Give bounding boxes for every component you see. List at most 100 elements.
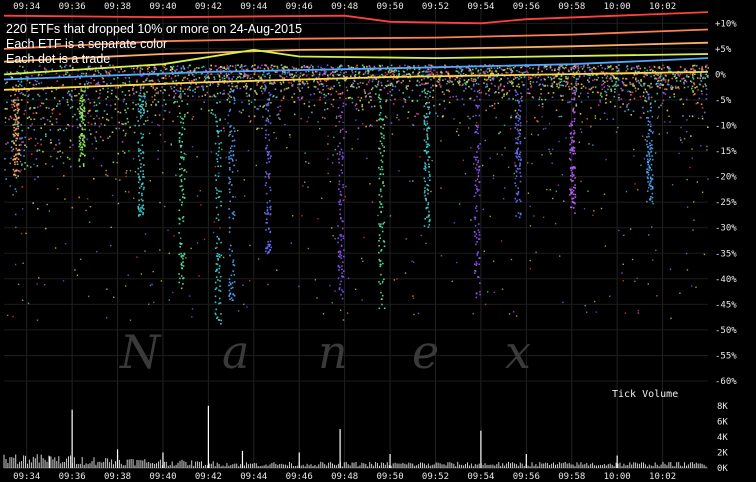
drop-dot xyxy=(216,317,218,320)
scatter-dot xyxy=(268,175,270,178)
trade-dot xyxy=(114,108,117,110)
scatter-dot xyxy=(683,138,686,140)
trade-dot xyxy=(416,100,419,102)
trade-dot xyxy=(250,101,253,103)
drop-dot xyxy=(651,200,654,203)
drop-dot xyxy=(220,200,222,203)
trade-dot xyxy=(270,82,273,84)
trade-dot xyxy=(46,119,49,121)
trade-dot xyxy=(626,68,629,70)
trade-dot xyxy=(625,77,627,80)
trade-dot xyxy=(179,95,181,97)
trade-dot xyxy=(84,101,86,103)
trade-dot xyxy=(632,82,635,85)
trade-dot xyxy=(655,78,658,80)
scatter-dot xyxy=(46,203,48,206)
trade-dot xyxy=(277,113,280,116)
scatter-dot xyxy=(381,144,384,147)
scatter-dot xyxy=(129,170,132,172)
trade-dot xyxy=(645,100,648,103)
drop-dot xyxy=(228,188,231,191)
trade-dot xyxy=(521,100,523,102)
drop-dot xyxy=(380,107,382,109)
trade-dot xyxy=(124,94,127,96)
scatter-dot xyxy=(692,229,694,231)
trade-dot xyxy=(605,102,607,104)
trade-dot xyxy=(128,94,131,96)
trade-dot xyxy=(673,93,675,95)
drop-dot xyxy=(266,104,268,107)
drop-dot xyxy=(340,148,343,151)
trade-dot xyxy=(235,78,238,80)
drop-dot xyxy=(228,156,230,158)
trade-dot xyxy=(427,108,430,110)
drop-dot xyxy=(180,256,183,258)
scatter-dot xyxy=(243,303,245,305)
trade-dot xyxy=(317,88,319,90)
drop-dot xyxy=(571,98,573,101)
x-tick-label-top: 09:52 xyxy=(422,2,449,12)
trade-dot xyxy=(455,130,458,133)
drop-dot xyxy=(17,158,20,160)
trade-dot xyxy=(402,80,404,82)
drop-dot xyxy=(428,144,431,147)
scatter-dot xyxy=(594,300,596,303)
trade-dot xyxy=(230,88,232,90)
trade-dot xyxy=(357,96,360,99)
trade-dot xyxy=(238,72,241,74)
scatter-dot xyxy=(110,226,112,228)
drop-dot xyxy=(79,106,82,108)
trade-dot xyxy=(694,69,696,72)
price-y-tick-label: -60% xyxy=(715,377,737,387)
trade-dot xyxy=(134,124,136,127)
trade-dot xyxy=(212,113,214,115)
trade-dot xyxy=(423,77,425,80)
trade-dot xyxy=(523,84,525,86)
trade-dot xyxy=(67,123,69,126)
trade-dot xyxy=(612,118,615,120)
trade-dot xyxy=(559,81,561,84)
trade-dot xyxy=(251,76,254,79)
trade-dot xyxy=(256,82,258,84)
trade-dot xyxy=(303,66,306,69)
trade-dot xyxy=(673,95,676,98)
trade-dot xyxy=(532,81,534,83)
drop-dot xyxy=(515,149,518,152)
trade-dot xyxy=(283,95,285,98)
trade-dot xyxy=(136,79,138,81)
trade-dot xyxy=(575,90,577,92)
drop-dot xyxy=(425,207,428,210)
trade-dot xyxy=(300,72,302,74)
trade-dot xyxy=(473,78,476,80)
drop-dot xyxy=(519,142,522,145)
drop-dot xyxy=(269,231,271,234)
trade-dot xyxy=(143,81,146,83)
scatter-dot xyxy=(117,202,120,205)
drop-dot xyxy=(231,171,234,173)
drop-dot xyxy=(182,158,185,161)
trade-dot xyxy=(663,66,665,69)
drop-dot xyxy=(232,154,235,156)
drop-dot xyxy=(18,108,20,111)
trade-dot xyxy=(63,175,65,177)
trade-dot xyxy=(161,86,163,88)
scatter-dot xyxy=(157,158,159,160)
scatter-dot xyxy=(507,166,510,168)
drop-dot xyxy=(379,173,382,176)
x-tick-label-top: 09:40 xyxy=(149,2,176,12)
trade-dot xyxy=(135,91,138,93)
trade-dot xyxy=(390,71,392,74)
drop-dot xyxy=(426,143,428,146)
drop-dot xyxy=(179,90,181,93)
trade-dot xyxy=(70,165,72,168)
drop-dot xyxy=(382,173,385,175)
x-tick-label-top: 09:44 xyxy=(240,2,267,12)
drop-dot xyxy=(143,208,145,210)
drop-dot xyxy=(266,173,268,175)
drop-dot xyxy=(178,222,181,225)
trade-dot xyxy=(51,112,54,115)
trade-dot xyxy=(324,102,327,104)
trade-dot xyxy=(280,83,283,85)
scatter-dot xyxy=(510,128,512,130)
drop-dot xyxy=(14,113,16,116)
